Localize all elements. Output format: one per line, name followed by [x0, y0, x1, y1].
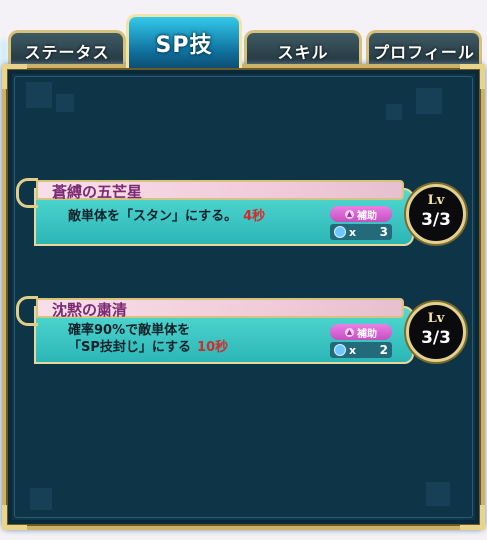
level-value: 3/3: [421, 328, 451, 348]
background-pattern: [26, 82, 52, 108]
skill-use-count: x 3: [330, 224, 392, 240]
level-value: 3/3: [421, 210, 451, 230]
background-pattern: [30, 488, 52, 510]
background-pattern: [426, 482, 450, 506]
tab-skill[interactable]: スキル: [244, 30, 362, 68]
panel-corner-ornament: [2, 505, 27, 530]
skill-description: 確率90%で敵単体を 「SP技封じ」にする 10秒: [68, 322, 308, 356]
support-icon: ▲: [345, 209, 354, 219]
tab-status-label: ステータス: [24, 42, 110, 62]
scroll-ornament: [16, 178, 38, 208]
skill-type-label: 補助: [357, 328, 377, 340]
tab-status[interactable]: ステータス: [8, 30, 126, 68]
skill-level-badge: Lv 3/3: [406, 302, 466, 362]
skill-type-badge: ▲ 補助: [330, 206, 392, 222]
skill-description-line1: 敵単体を「スタン」にする。: [68, 209, 238, 224]
panel-corner-ornament: [460, 64, 485, 89]
use-count-value: 3: [379, 225, 388, 239]
skill-duration: 4秒: [243, 209, 266, 224]
skill-name: 沈黙の粛清: [52, 301, 128, 319]
use-count-value: 2: [379, 343, 388, 357]
use-count-prefix: x: [349, 343, 357, 357]
clock-icon: [334, 344, 346, 356]
skill-description-line1: 確率90%で敵単体を: [68, 323, 191, 338]
skill-type-label: 補助: [357, 210, 377, 222]
background-pattern: [386, 104, 402, 120]
background-pattern: [56, 94, 74, 112]
skill-type-badge: ▲ 補助: [330, 324, 392, 340]
skill-description-line2: 「SP技封じ」にする: [68, 340, 192, 355]
background-pattern: [416, 88, 442, 114]
support-icon: ▲: [345, 327, 354, 337]
level-label: Lv: [427, 193, 445, 208]
skill-use-count: x 2: [330, 342, 392, 358]
skill-level-badge: Lv 3/3: [406, 184, 466, 244]
panel-corner-ornament: [460, 505, 485, 530]
level-label: Lv: [427, 311, 445, 326]
tab-sp-skill-label: SP技: [155, 32, 213, 58]
tab-skill-label: スキル: [277, 42, 329, 62]
tab-profile[interactable]: プロフィール: [366, 30, 482, 68]
skill-name: 蒼縛の五芒星: [52, 183, 143, 201]
scroll-ornament: [16, 296, 38, 326]
sp-skill-card[interactable]: 沈黙の粛清 確率90%で敵単体を 「SP技封じ」にする 10秒 ▲ 補助 x 2 …: [16, 296, 472, 366]
tab-sp-skill[interactable]: SP技: [126, 14, 242, 68]
panel-corner-ornament: [2, 64, 27, 89]
clock-icon: [334, 226, 346, 238]
sp-skill-panel: [2, 64, 485, 530]
sp-skill-card[interactable]: 蒼縛の五芒星 敵単体を「スタン」にする。 4秒 ▲ 補助 x 3 Lv 3/3: [16, 178, 472, 248]
use-count-prefix: x: [349, 225, 357, 239]
panel-inner-border: [14, 76, 473, 518]
skill-duration: 10秒: [197, 340, 229, 355]
tab-profile-label: プロフィール: [373, 42, 475, 62]
skill-description: 敵単体を「スタン」にする。 4秒: [68, 208, 308, 225]
